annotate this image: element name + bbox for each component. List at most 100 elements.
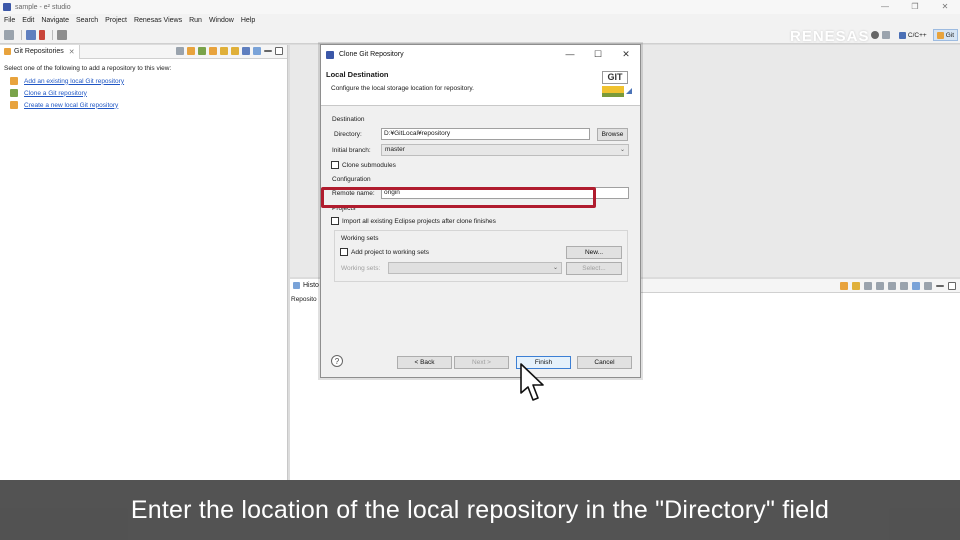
repositories-help-text: Select one of the following to add a rep…	[4, 65, 172, 72]
filter-icon[interactable]	[242, 47, 250, 55]
add-repo-tool-icon[interactable]	[187, 47, 195, 55]
dialog-close-icon[interactable]: ✕	[612, 45, 640, 64]
working-sets-select[interactable]: ⌄	[388, 262, 562, 274]
collapse-all-icon[interactable]	[176, 47, 184, 55]
tab-label: Git Repositories	[14, 48, 64, 55]
add-existing-repo-link[interactable]: Add an existing local Git repository	[24, 78, 124, 85]
clone-repo-icon	[10, 89, 18, 97]
add-repo-icon	[10, 77, 18, 85]
initial-branch-value: master	[385, 146, 405, 153]
cpp-perspective-icon	[898, 31, 906, 39]
git-logo-icon: GIT	[600, 70, 634, 100]
menu-project[interactable]: Project	[105, 17, 127, 24]
show-all-branches-icon[interactable]	[912, 282, 920, 290]
compare-icon[interactable]	[888, 282, 896, 290]
next-button[interactable]: Next >	[454, 356, 509, 369]
maximize-history-icon[interactable]	[948, 282, 956, 290]
mouse-pointer-icon	[520, 363, 544, 401]
back-button[interactable]: < Back	[397, 356, 452, 369]
menu-renesas-views[interactable]: Renesas Views	[134, 17, 182, 24]
clone-submodules-checkbox[interactable]: Clone submodules	[331, 159, 630, 171]
git-logo-arrow	[626, 88, 632, 94]
pin-icon[interactable]	[852, 282, 860, 290]
toolbar-separator	[21, 30, 22, 40]
link-clone-repo[interactable]: Clone a Git repository	[0, 87, 287, 99]
history-toolbar	[836, 282, 956, 290]
search-icon[interactable]	[870, 31, 879, 39]
perspective-cpp[interactable]: C/C++	[896, 29, 930, 41]
import-projects-checkbox[interactable]: Import all existing Eclipse projects aft…	[331, 215, 630, 227]
directory-label: Directory:	[334, 130, 362, 138]
minimize-history-icon[interactable]	[936, 285, 944, 287]
open-perspective-icon[interactable]	[881, 31, 890, 39]
clone-repo-tool-icon[interactable]	[198, 47, 206, 55]
link-editor-icon[interactable]	[220, 47, 228, 55]
add-to-working-sets-row: Add project to working sets New...	[340, 245, 622, 259]
tab-close-icon[interactable]: ✕	[69, 48, 75, 56]
checkbox-icon[interactable]	[340, 248, 348, 256]
menu-navigate[interactable]: Navigate	[41, 17, 69, 24]
window-controls: — ❐ ✕	[870, 0, 960, 14]
checkbox-icon[interactable]	[331, 161, 339, 169]
menu-bar: File Edit Navigate Search Project Renesa…	[0, 14, 960, 27]
create-repo-link[interactable]: Create a new local Git repository	[24, 102, 118, 109]
minimize-view-icon[interactable]	[264, 50, 272, 52]
link-add-existing-repo[interactable]: Add an existing local Git repository	[0, 75, 287, 87]
add-to-working-sets-checkbox[interactable]: Add project to working sets	[340, 246, 566, 258]
close-icon[interactable]: ✕	[930, 0, 960, 14]
settings-icon[interactable]	[57, 30, 67, 40]
clone-git-repository-dialog: Clone Git Repository — ☐ ✕ Local Destina…	[320, 44, 641, 378]
initial-branch-select[interactable]: master ⌄	[381, 144, 629, 156]
search-history-icon[interactable]	[876, 282, 884, 290]
chevron-down-icon: ⌄	[552, 265, 558, 271]
link-selection-icon[interactable]	[840, 282, 848, 290]
minimize-icon[interactable]: —	[870, 0, 900, 14]
restore-icon[interactable]: ❐	[900, 0, 930, 14]
create-repo-tool-icon[interactable]	[209, 47, 217, 55]
perspective-cpp-label: C/C++	[907, 31, 927, 39]
dialog-app-icon	[326, 50, 334, 59]
dropdown-icon[interactable]	[39, 30, 45, 40]
menu-help[interactable]: Help	[241, 17, 255, 24]
save-icon[interactable]	[4, 30, 14, 40]
tab-git-repositories[interactable]: Git Repositories ✕	[0, 44, 80, 59]
menu-search[interactable]: Search	[76, 17, 98, 24]
dialog-title: Clone Git Repository	[339, 51, 404, 58]
perspective-git-label: Git	[945, 31, 954, 39]
view-menu-icon[interactable]	[253, 47, 261, 55]
destination-group-title: Destination	[332, 116, 365, 123]
dialog-maximize-icon[interactable]: ☐	[584, 45, 612, 64]
new-working-set-button[interactable]: New...	[566, 245, 622, 259]
add-to-working-sets-label: Add project to working sets	[351, 248, 430, 256]
directory-input[interactable]: D:¥GitLocal¥repository	[381, 128, 590, 140]
perspective-git[interactable]: Git	[932, 29, 958, 41]
debug-icon[interactable]	[26, 30, 36, 40]
link-create-repo[interactable]: Create a new local Git repository	[0, 99, 287, 111]
cancel-button[interactable]: Cancel	[577, 356, 632, 369]
working-sets-title: Working sets	[341, 235, 379, 242]
filter-history-icon[interactable]	[900, 282, 908, 290]
wizard-body: Destination Directory: D:¥GitLocal¥repos…	[321, 106, 640, 348]
git-logo-bar-lower	[602, 93, 624, 97]
menu-edit[interactable]: Edit	[22, 17, 34, 24]
browse-button[interactable]: Browse	[597, 127, 628, 141]
git-repositories-view: Git Repositories ✕ Select one of the fol…	[0, 44, 288, 480]
menu-file[interactable]: File	[4, 17, 15, 24]
working-sets-select-row: Working sets: ⌄ Select...	[340, 261, 622, 275]
menu-run[interactable]: Run	[189, 17, 202, 24]
dialog-title-bar: Clone Git Repository — ☐ ✕	[321, 45, 640, 64]
wizard-footer: ? < Back Next > Finish Cancel	[321, 346, 640, 377]
window-title-bar: sample - e² studio — ❐ ✕	[0, 0, 960, 14]
history-menu-icon[interactable]	[924, 282, 932, 290]
select-working-sets-button[interactable]: Select...	[566, 261, 622, 275]
dialog-minimize-icon[interactable]: —	[556, 45, 584, 64]
clone-repo-link[interactable]: Clone a Git repository	[24, 90, 87, 97]
git-logo-text: GIT	[602, 71, 628, 84]
wizard-page-description: Configure the local storage location for…	[331, 85, 474, 92]
menu-window[interactable]: Window	[209, 17, 234, 24]
refresh-icon[interactable]	[231, 47, 239, 55]
help-icon[interactable]: ?	[331, 355, 343, 367]
maximize-view-icon[interactable]	[275, 47, 283, 55]
checkbox-icon[interactable]	[331, 217, 339, 225]
refresh-history-icon[interactable]	[864, 282, 872, 290]
